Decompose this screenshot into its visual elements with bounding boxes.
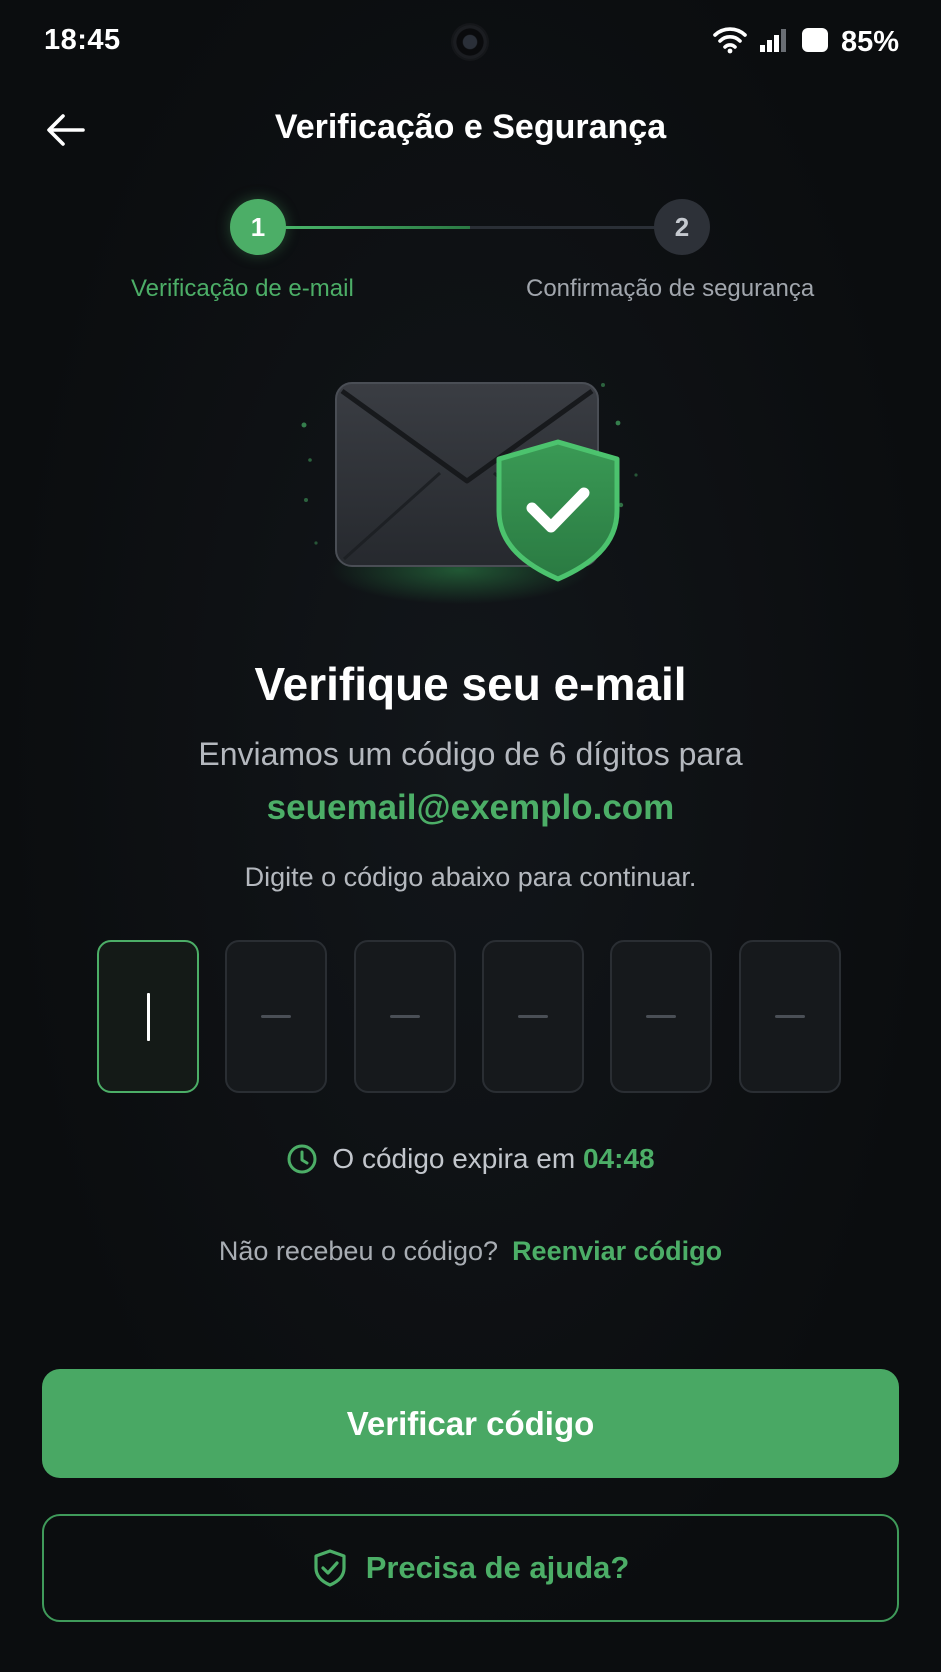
resend-prompt: Não recebeu o código? bbox=[218, 1236, 499, 1266]
step-2-label: Confirmação de segurança bbox=[526, 275, 815, 302]
wifi-icon bbox=[713, 26, 747, 59]
timer-label: O código expira em bbox=[332, 1143, 576, 1174]
empty-placeholder bbox=[390, 1015, 420, 1018]
empty-placeholder bbox=[775, 1015, 805, 1018]
subtitle: Enviamos um código de 6 dígitos para bbox=[198, 736, 743, 772]
otp-digit-3[interactable] bbox=[354, 940, 456, 1093]
verify-code-button[interactable]: Verificar código bbox=[42, 1369, 899, 1478]
battery-percentage: 85% bbox=[840, 25, 899, 58]
headline: Verifique seu e-mail bbox=[254, 658, 687, 710]
status-time: 18:45 bbox=[44, 24, 121, 56]
page-title: Verificação e Segurança bbox=[274, 108, 667, 146]
hint-text: Digite o código abaixo para continuar. bbox=[244, 862, 697, 892]
clock-icon bbox=[287, 1144, 317, 1174]
otp-digit-5[interactable] bbox=[610, 940, 712, 1093]
otp-digit-4[interactable] bbox=[482, 940, 584, 1093]
step-1-indicator: 1 bbox=[230, 199, 286, 255]
empty-placeholder bbox=[646, 1015, 676, 1018]
otp-digit-1[interactable] bbox=[97, 940, 199, 1093]
resend-row: Não recebeu o código? Reenviar código bbox=[0, 1236, 941, 1267]
stepper-remaining-line bbox=[470, 226, 656, 229]
shield-check-icon bbox=[314, 1549, 346, 1587]
email-address: seuemail@exemplo.com bbox=[266, 788, 675, 827]
otp-digit-2[interactable] bbox=[225, 940, 327, 1093]
step-2-indicator: 2 bbox=[654, 199, 710, 255]
stepper-progress-line bbox=[284, 226, 470, 229]
otp-digit-6[interactable] bbox=[739, 940, 841, 1093]
help-button[interactable]: Precisa de ajuda? bbox=[42, 1514, 899, 1622]
help-button-label: Precisa de ajuda? bbox=[365, 1550, 630, 1585]
empty-placeholder bbox=[518, 1015, 548, 1018]
email-security-illustration bbox=[290, 355, 650, 625]
empty-placeholder bbox=[261, 1015, 291, 1018]
timer-countdown: 04:48 bbox=[582, 1143, 655, 1174]
expiry-timer: O código expira em 04:48 bbox=[0, 1143, 941, 1175]
status-icons: 85% bbox=[713, 22, 899, 62]
text-caret bbox=[146, 992, 150, 1041]
battery-icon bbox=[801, 26, 829, 59]
step-1-label: Verificação de e-mail bbox=[131, 275, 354, 302]
resend-code-link[interactable]: Reenviar código bbox=[512, 1236, 722, 1267]
signal-icon bbox=[759, 27, 789, 58]
camera-cutout bbox=[453, 25, 487, 59]
